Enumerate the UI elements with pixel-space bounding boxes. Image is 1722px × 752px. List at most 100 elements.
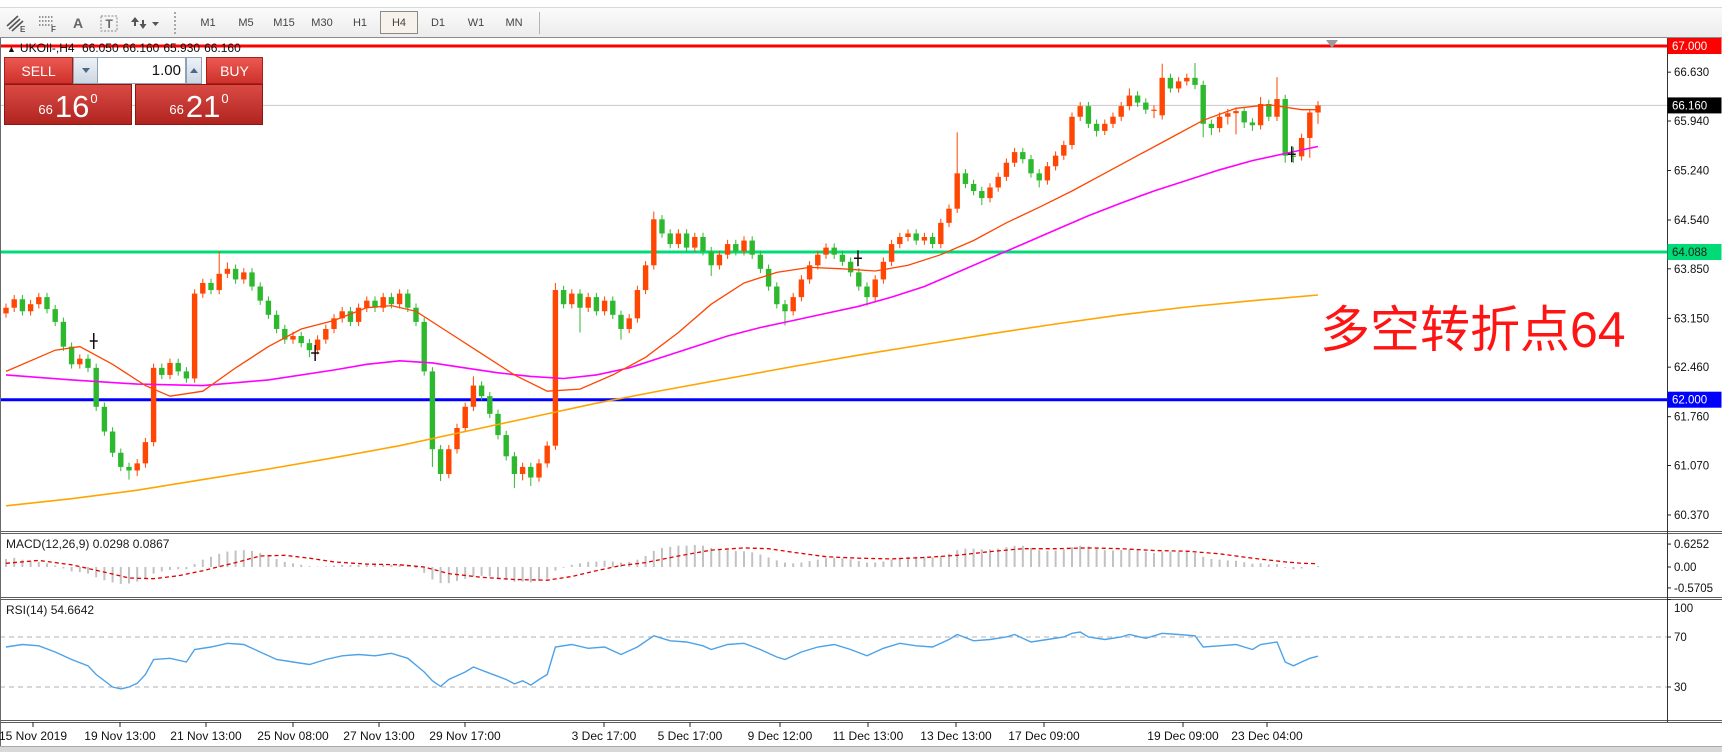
macd-axis-label: -0.5705 — [1674, 583, 1713, 595]
timeframe-button-m15[interactable]: M15 — [266, 12, 302, 33]
candle-body — [1168, 78, 1173, 89]
fibonacci-retracement-button[interactable]: F — [33, 11, 60, 34]
buy-price-button[interactable]: 66 21 0 — [135, 84, 263, 125]
candle-body — [700, 237, 705, 251]
candle-body — [643, 265, 648, 290]
candle-body — [676, 233, 681, 244]
candle-body — [758, 255, 763, 269]
text-label-tool-button[interactable]: T — [95, 11, 122, 34]
candle-body — [1135, 96, 1140, 103]
timeframe-button-mn[interactable]: MN — [496, 12, 532, 33]
symbol-period: UKOIl-,H4 — [20, 41, 75, 55]
toolbar-grip[interactable] — [174, 12, 181, 34]
candle-body — [446, 449, 451, 474]
candle-body — [840, 255, 845, 262]
timeframe-button-m30[interactable]: M30 — [304, 12, 340, 33]
toolbar: E F A T — [0, 8, 1722, 38]
fibonacci-retracement-icon: F — [36, 13, 58, 33]
price-axis-label: 62.460 — [1674, 362, 1709, 374]
timeframe-button-m5[interactable]: M5 — [228, 12, 264, 33]
ohlc-low: 65.930 — [163, 41, 200, 55]
candle-body — [1315, 105, 1320, 112]
candle-body — [635, 290, 640, 318]
candle-body — [126, 467, 131, 471]
candle-body — [938, 223, 943, 244]
candle-body — [118, 453, 123, 467]
candle-body — [438, 449, 443, 474]
time-axis-label: 21 Nov 13:00 — [170, 729, 242, 743]
timeframe-button-d1[interactable]: D1 — [420, 12, 456, 33]
candle-body — [561, 290, 566, 304]
candle-body — [1061, 145, 1066, 156]
candle-body — [290, 336, 295, 340]
candle-body — [143, 442, 148, 463]
candle-body — [1258, 104, 1263, 125]
candle-body — [1217, 117, 1222, 128]
chart-text-annotation[interactable]: 多空转折点64 — [1320, 290, 1626, 362]
volume-increase-button[interactable] — [186, 57, 202, 84]
volume-field-wrap — [98, 57, 186, 84]
candle-body — [1102, 124, 1107, 131]
text-label-tool-icon: T — [98, 13, 120, 33]
candle-body — [627, 318, 632, 329]
rsi-axis-label: 100 — [1674, 603, 1693, 615]
text-tool-button[interactable]: A — [64, 11, 91, 34]
sell-price-button[interactable]: 66 16 0 — [4, 84, 132, 125]
candle-body — [996, 177, 1001, 188]
svg-text:A: A — [73, 15, 83, 31]
candle-body — [1299, 138, 1304, 156]
candle-body — [651, 219, 656, 265]
candle-body — [586, 297, 591, 308]
timeframe-button-h1[interactable]: H1 — [342, 12, 378, 33]
candle-body — [725, 244, 730, 255]
hline-label: 64.088 — [1672, 247, 1707, 259]
volume-decrease-button[interactable] — [73, 57, 98, 84]
timeframe-button-h4[interactable]: H4 — [380, 11, 418, 34]
sell-button[interactable]: SELL — [4, 57, 73, 84]
candle-body — [176, 363, 181, 371]
chevron-up-icon — [190, 68, 198, 73]
candle-body — [602, 301, 607, 312]
candle-body — [618, 315, 623, 329]
candle-body — [1184, 78, 1189, 82]
ohlc-open: 66.050 — [82, 41, 119, 55]
candle-body — [1127, 96, 1132, 107]
timeframe-button-w1[interactable]: W1 — [458, 12, 494, 33]
rsi-name: RSI(14) — [6, 603, 47, 617]
candle-body — [741, 241, 746, 252]
arrows-tool-button[interactable] — [126, 11, 162, 34]
candle-body — [881, 262, 886, 280]
candle-body — [1069, 117, 1074, 145]
candle-body — [504, 435, 509, 456]
buy-button[interactable]: BUY — [206, 57, 263, 84]
svg-text:F: F — [51, 25, 56, 33]
time-axis-label: 3 Dec 17:00 — [572, 729, 637, 743]
equidistant-channel-button[interactable]: E — [2, 11, 29, 34]
time-axis-label: 19 Dec 09:00 — [1147, 729, 1219, 743]
candle-body — [799, 279, 804, 297]
candle-body — [1020, 152, 1025, 159]
candle-body — [1151, 110, 1156, 111]
candle-body — [971, 184, 976, 191]
candle-body — [12, 299, 17, 307]
candle-body — [774, 287, 779, 305]
candle-body — [397, 294, 402, 305]
candle-body — [233, 269, 238, 280]
candle-body — [69, 347, 74, 365]
price-axis-label: 63.850 — [1674, 264, 1709, 276]
candle-body — [217, 274, 222, 290]
svg-text:T: T — [105, 17, 113, 31]
chart-ohlc-header: ▲UKOIl-,H4 66.05066.16065.93066.160 — [7, 41, 245, 55]
timeframe-button-m1[interactable]: M1 — [190, 12, 226, 33]
volume-input[interactable] — [98, 58, 185, 83]
candle-body — [102, 407, 107, 432]
candle-body — [905, 233, 910, 237]
time-axis-label: 25 Nov 08:00 — [257, 729, 329, 743]
candle-body — [922, 237, 927, 241]
candle-body — [823, 248, 828, 255]
price-axis-label: 66.630 — [1674, 67, 1709, 79]
candle-body — [1053, 156, 1058, 167]
candle-body — [307, 343, 312, 350]
candle-body — [528, 467, 533, 478]
time-axis-label: 19 Nov 13:00 — [84, 729, 156, 743]
